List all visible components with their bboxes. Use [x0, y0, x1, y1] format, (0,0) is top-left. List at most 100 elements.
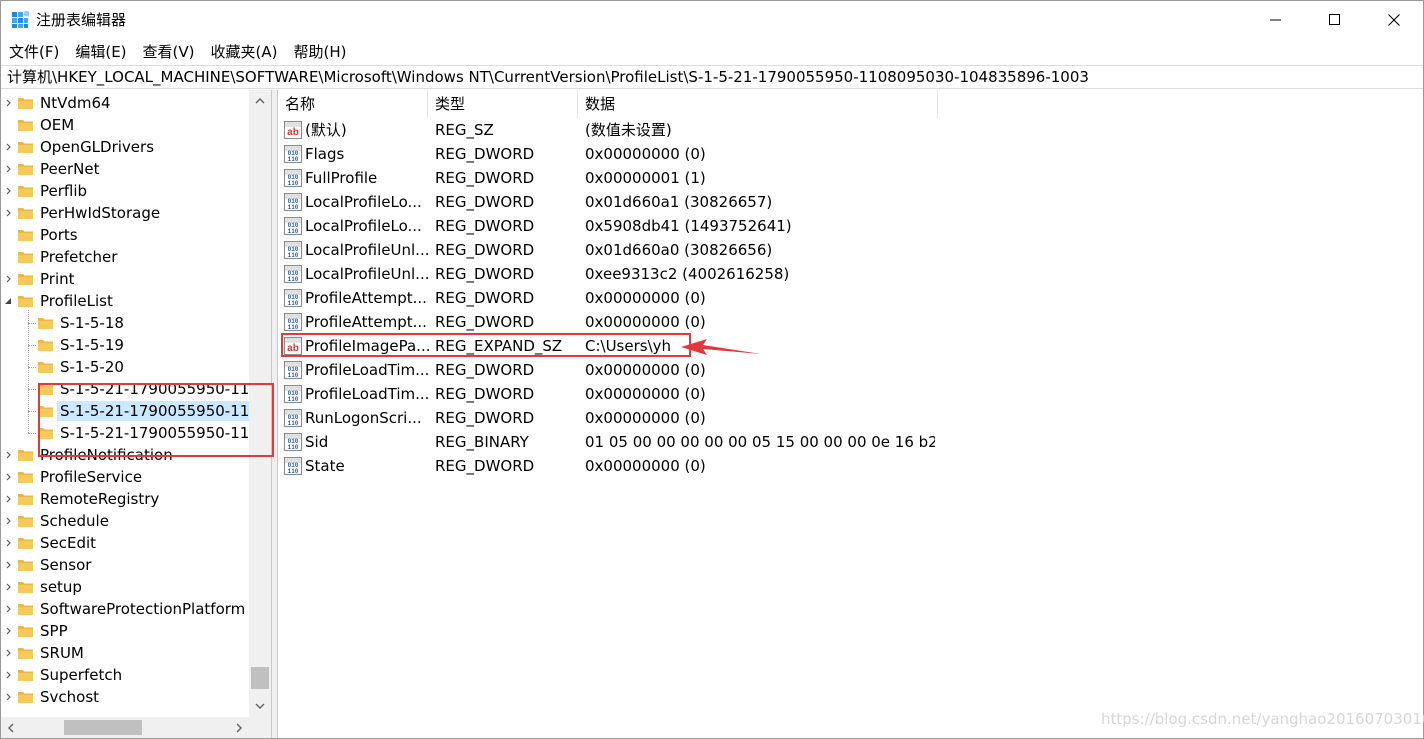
- tree-item[interactable]: Superfetch: [1, 664, 249, 686]
- table-row[interactable]: 010 110 Flags REG_DWORD 0x00000000 (0): [278, 142, 1423, 166]
- tree-item[interactable]: PeerNet: [1, 158, 249, 180]
- menu-view[interactable]: 查看(V): [135, 39, 203, 65]
- column-header-data[interactable]: 数据: [578, 90, 938, 118]
- tree-horizontal-scroll-thumb[interactable]: [64, 720, 142, 735]
- tree-item[interactable]: ProfileService: [1, 466, 249, 488]
- expand-arrow-icon[interactable]: [3, 180, 13, 202]
- tree-item[interactable]: S-1-5-20: [1, 356, 249, 378]
- expand-arrow-icon[interactable]: [3, 620, 13, 642]
- table-row[interactable]: 010 110 ProfileLoadTim... REG_DWORD 0x000000…: [278, 358, 1423, 382]
- value-type: REG_DWORD: [435, 145, 535, 163]
- table-row[interactable]: 010 110 FullProfile REG_DWORD 0x00000001 (1): [278, 166, 1423, 190]
- table-row[interactable]: 010 110 LocalProfileLo... REG_DWORD 0x5908db…: [278, 214, 1423, 238]
- expand-arrow-icon[interactable]: [3, 686, 13, 708]
- tree-guide-line: [28, 389, 36, 390]
- tree-item[interactable]: setup: [1, 576, 249, 598]
- tree-item[interactable]: S-1-5-19: [1, 334, 249, 356]
- table-row[interactable]: 010 110 LocalProfileUnl... REG_DWORD 0xee931…: [278, 262, 1423, 286]
- tree-guide-line: [28, 345, 36, 346]
- table-row[interactable]: 010 110 Sid REG_BINARY 01 05 00 00 00 00 00 …: [278, 430, 1423, 454]
- tree-item-label: ProfileList: [40, 292, 113, 310]
- annotation-arrow-icon: [681, 339, 761, 355]
- svg-text:110: 110: [288, 204, 299, 211]
- expand-arrow-icon[interactable]: [3, 510, 13, 532]
- expand-arrow-icon[interactable]: [3, 92, 13, 114]
- tree-item-label: SPP: [40, 622, 68, 640]
- title-bar[interactable]: 注册表编辑器: [1, 1, 1423, 39]
- expand-arrow-icon[interactable]: [3, 598, 13, 620]
- tree-item[interactable]: RemoteRegistry: [1, 488, 249, 510]
- expand-arrow-icon[interactable]: [3, 664, 13, 686]
- value-data: 0x00000000 (0): [585, 361, 706, 379]
- table-row[interactable]: 010 110 LocalProfileUnl... REG_DWORD 0x01d66…: [278, 238, 1423, 262]
- menu-help[interactable]: 帮助(H): [285, 39, 354, 65]
- expand-arrow-icon[interactable]: [3, 576, 13, 598]
- svg-text:110: 110: [288, 444, 299, 451]
- tree-item[interactable]: SecEdit: [1, 532, 249, 554]
- table-row[interactable]: 010 110 ProfileAttempt... REG_DWORD 0x000000…: [278, 286, 1423, 310]
- folder-icon: [18, 230, 33, 241]
- tree-item[interactable]: SRUM: [1, 642, 249, 664]
- menu-file[interactable]: 文件(F): [1, 39, 67, 65]
- expand-arrow-icon[interactable]: [3, 532, 13, 554]
- tree-item[interactable]: Schedule: [1, 510, 249, 532]
- tree-item-label: Schedule: [40, 512, 109, 530]
- table-row[interactable]: 010 110 State REG_DWORD 0x00000000 (0): [278, 454, 1423, 478]
- tree-item[interactable]: Prefetcher: [1, 246, 249, 268]
- column-header-name[interactable]: 名称: [278, 90, 428, 118]
- table-row[interactable]: ab (默认) REG_SZ (数值未设置): [278, 118, 1423, 142]
- tree-item[interactable]: SoftwareProtectionPlatform: [1, 598, 249, 620]
- collapse-arrow-icon[interactable]: [3, 290, 13, 312]
- value-type: REG_DWORD: [435, 265, 535, 283]
- tree-item[interactable]: NtVdm64: [1, 92, 249, 114]
- scroll-right-button[interactable]: [229, 717, 249, 738]
- column-header-type[interactable]: 类型: [428, 90, 578, 118]
- minimize-button[interactable]: [1247, 1, 1305, 39]
- expand-arrow-icon[interactable]: [3, 642, 13, 664]
- scroll-left-button[interactable]: [1, 717, 21, 738]
- tree-vertical-scroll-thumb[interactable]: [251, 667, 269, 689]
- table-row[interactable]: 010 110 ProfileLoadTim... REG_DWORD 0x000000…: [278, 382, 1423, 406]
- menu-favorites[interactable]: 收藏夹(A): [203, 39, 286, 65]
- maximize-button[interactable]: [1306, 1, 1364, 39]
- tree-item-label: SoftwareProtectionPlatform: [40, 600, 246, 618]
- table-row[interactable]: 010 110 RunLogonScri... REG_DWORD 0x00000000…: [278, 406, 1423, 430]
- binary-value-icon: 010110: [284, 169, 302, 187]
- expand-arrow-icon[interactable]: [3, 488, 13, 510]
- expand-arrow-icon[interactable]: [3, 136, 13, 158]
- expand-arrow-icon[interactable]: [3, 268, 13, 290]
- close-button[interactable]: [1365, 1, 1423, 39]
- tree-item[interactable]: S-1-5-18: [1, 312, 249, 334]
- binary-value-icon: 010110: [284, 217, 302, 235]
- expand-arrow-icon[interactable]: [3, 554, 13, 576]
- tree-horizontal-scrollbar[interactable]: [1, 717, 249, 738]
- tree-item[interactable]: Ports: [1, 224, 249, 246]
- value-name: Flags: [305, 145, 345, 163]
- tree-item[interactable]: ProfileList: [1, 290, 249, 312]
- table-row[interactable]: 010 110 ProfileAttempt... REG_DWORD 0x000000…: [278, 310, 1423, 334]
- tree-item[interactable]: OpenGLDrivers: [1, 136, 249, 158]
- table-row[interactable]: 010 110 LocalProfileLo... REG_DWORD 0x01d660…: [278, 190, 1423, 214]
- tree-item-label: OEM: [40, 116, 75, 134]
- tree-item[interactable]: Print: [1, 268, 249, 290]
- scroll-down-button[interactable]: [249, 695, 271, 717]
- string-value-icon: ab: [284, 121, 302, 139]
- svg-text:110: 110: [288, 420, 299, 427]
- menu-edit[interactable]: 编辑(E): [67, 39, 134, 65]
- tree-item[interactable]: Sensor: [1, 554, 249, 576]
- expand-arrow-icon[interactable]: [3, 158, 13, 180]
- tree-item[interactable]: SPP: [1, 620, 249, 642]
- scroll-up-button[interactable]: [249, 90, 271, 112]
- tree-item[interactable]: Perflib: [1, 180, 249, 202]
- expand-arrow-icon[interactable]: [3, 202, 13, 224]
- tree-item[interactable]: Svchost: [1, 686, 249, 708]
- expand-arrow-icon[interactable]: [3, 466, 13, 488]
- tree-item[interactable]: PerHwIdStorage: [1, 202, 249, 224]
- value-name: ProfileAttempt...: [305, 289, 427, 307]
- tree-item[interactable]: OEM: [1, 114, 249, 136]
- expand-arrow-icon[interactable]: [3, 444, 13, 466]
- binary-value-icon: 010110: [284, 241, 302, 259]
- address-bar[interactable]: 计算机\HKEY_LOCAL_MACHINE\SOFTWARE\Microsof…: [1, 65, 1423, 89]
- folder-icon: [18, 208, 33, 219]
- value-list-pane[interactable]: 名称 类型 数据 ab (默认) REG_SZ (数值未设置) 010 110 Flags R…: [278, 90, 1423, 738]
